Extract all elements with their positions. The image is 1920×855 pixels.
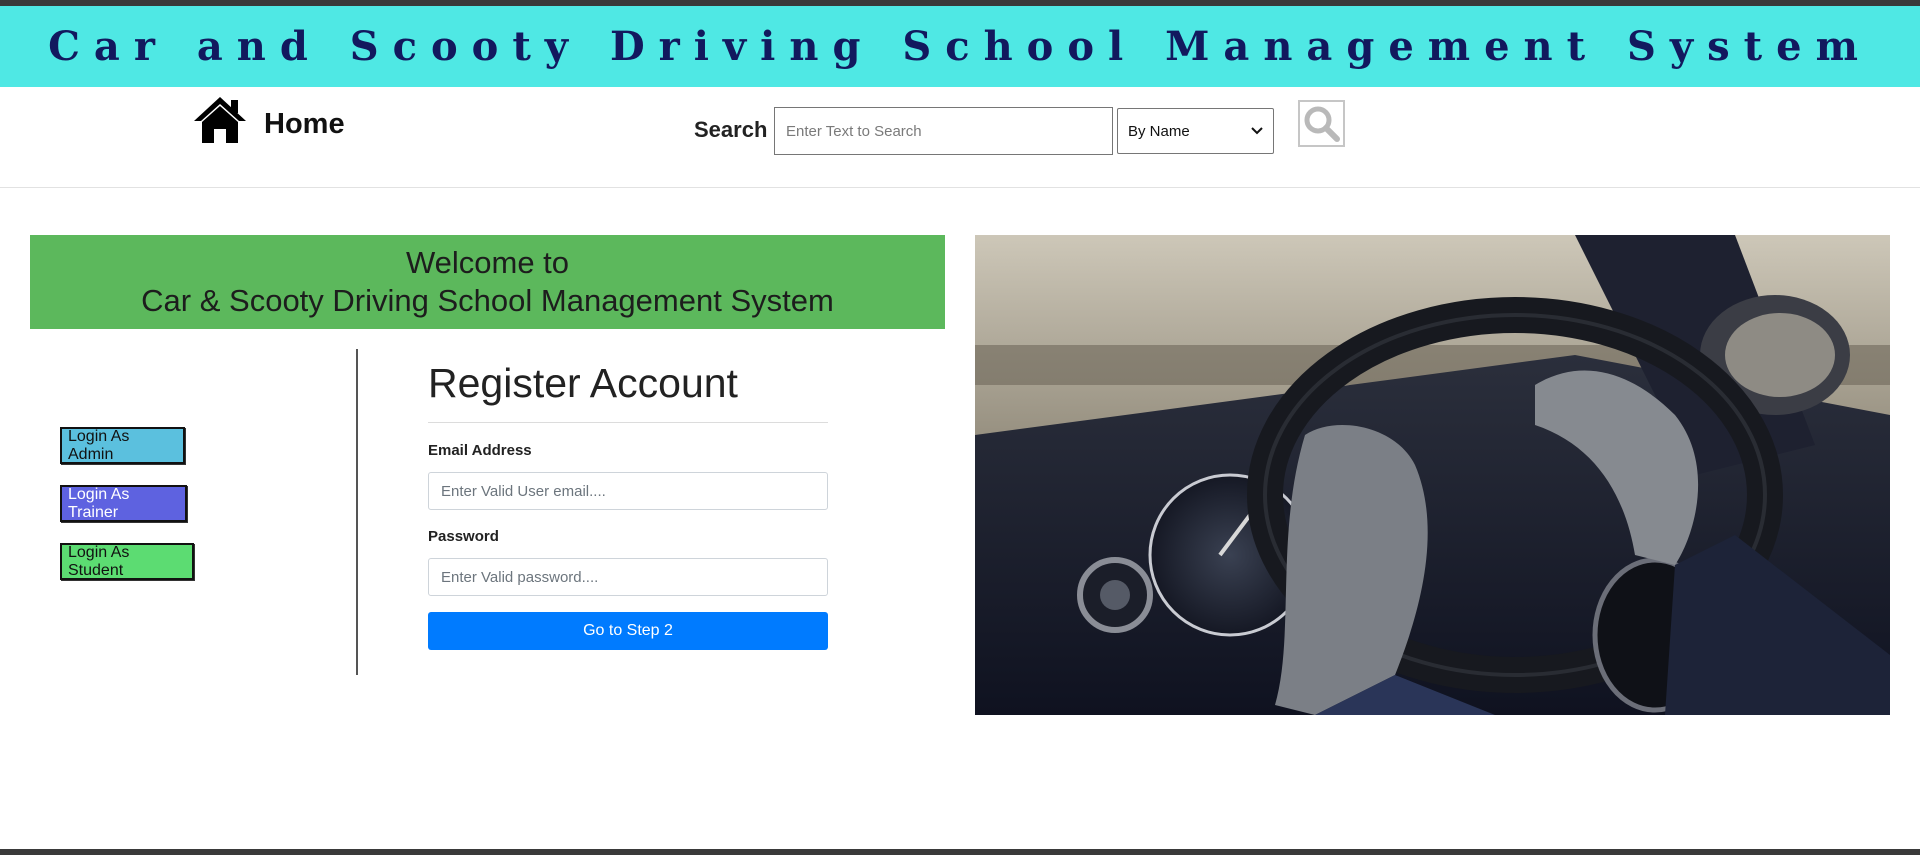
- search-button[interactable]: [1298, 100, 1345, 147]
- home-label: Home: [264, 107, 345, 140]
- magnifier-icon: [1304, 106, 1340, 142]
- home-icon: [194, 97, 246, 143]
- bottom-window-strip: [0, 849, 1920, 855]
- site-banner: Car and Scooty Driving School Management…: [0, 6, 1920, 87]
- welcome-line-2: Car & Scooty Driving School Management S…: [141, 283, 834, 318]
- welcome-line-1: Welcome to: [405, 245, 570, 280]
- login-as-admin-button[interactable]: Login As Admin: [60, 427, 185, 464]
- go-to-step-2-button[interactable]: Go to Step 2: [428, 612, 828, 650]
- welcome-banner: Welcome to Car & Scooty Driving School M…: [30, 235, 945, 329]
- email-label: Email Address: [428, 442, 532, 459]
- search-input[interactable]: [774, 107, 1113, 155]
- password-label: Password: [428, 528, 499, 545]
- home-link[interactable]: Home: [192, 95, 345, 145]
- register-title: Register Account: [428, 360, 738, 406]
- search-by-select[interactable]: By Name: [1117, 108, 1274, 154]
- login-as-trainer-button[interactable]: Login As Trainer: [60, 485, 187, 522]
- site-title: Car and Scooty Driving School Management…: [48, 23, 1872, 70]
- password-field[interactable]: [428, 558, 828, 596]
- steering-wheel-photo: [975, 235, 1890, 715]
- navbar: Home Search By Name: [0, 87, 1920, 188]
- search-by-value: By Name: [1128, 122, 1190, 140]
- driving-hero-image: [975, 235, 1890, 715]
- search-label: Search: [694, 117, 768, 142]
- login-as-student-button[interactable]: Login As Student: [60, 543, 194, 580]
- vertical-divider: [356, 349, 358, 675]
- email-field[interactable]: [428, 472, 828, 510]
- chevron-down-icon: [1251, 127, 1263, 135]
- register-divider: [428, 422, 828, 423]
